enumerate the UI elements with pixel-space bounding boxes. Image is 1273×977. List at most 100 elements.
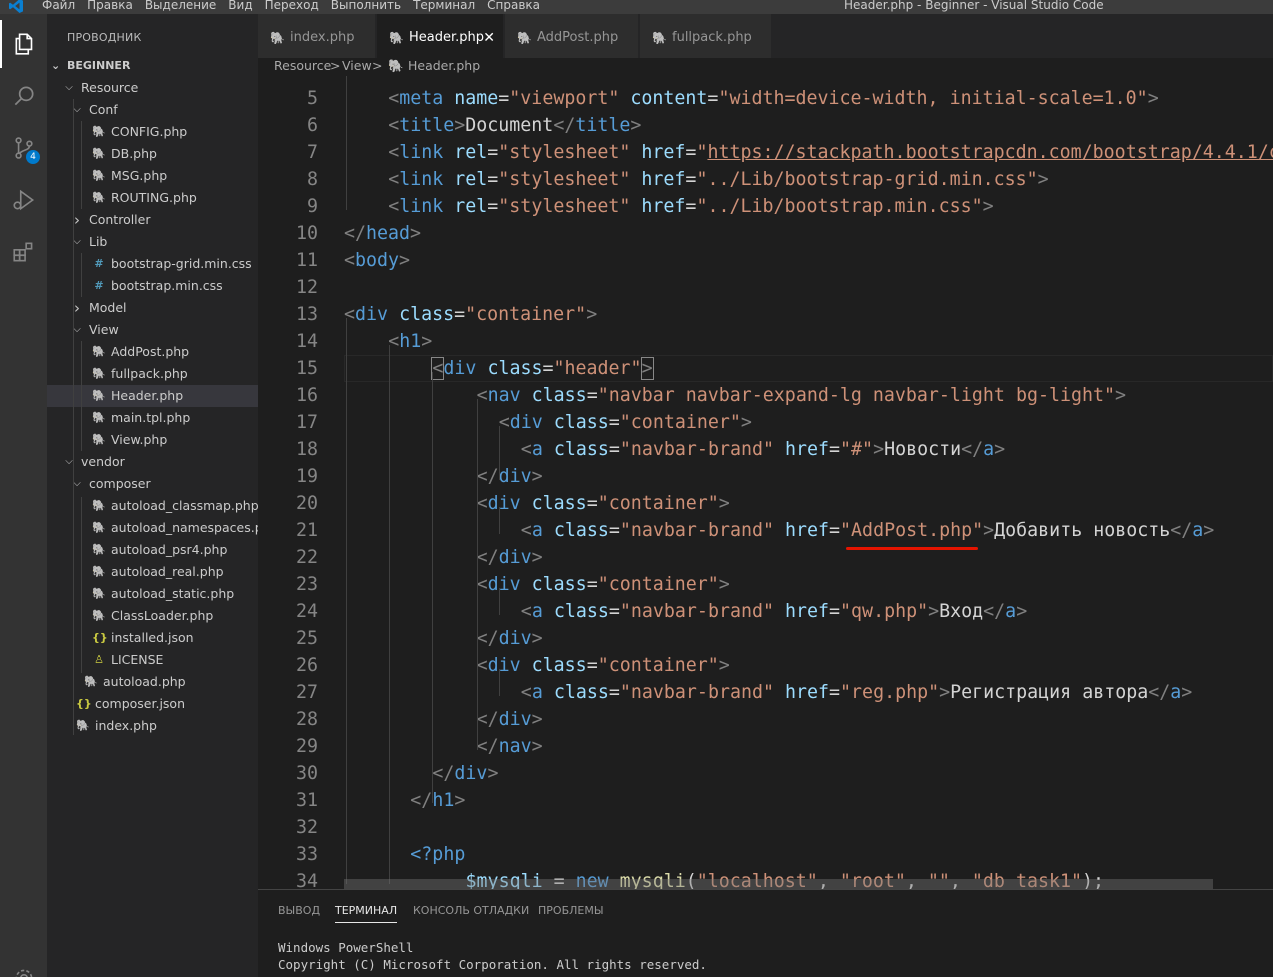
chevron-right-icon: > [330,58,341,73]
tree-item-composer-json[interactable]: {} composer.json [47,693,258,715]
code-token: > [586,304,598,325]
breadcrumb-view[interactable]: View [342,58,372,74]
tree-item-bootstrap-grid-min-css[interactable]: # bootstrap-grid.min.css [47,253,258,275]
code-line-15: <div class="header"> [431,355,654,382]
code-token: "width=device-width, initial-scale=1.0" [718,88,1148,109]
panel-tab-terminal[interactable]: ТЕРМИНАЛ [335,904,398,923]
tree-item-db-php[interactable]: 🐘 DB.php [47,143,258,165]
code-token: > [740,412,752,433]
tree-item-header-php[interactable]: 🐘 Header.php [47,385,258,407]
tab-fullpack-php[interactable]: 🐘 fullpack.php [640,14,772,58]
tree-item-resource[interactable]: ⌵ Resource [47,77,258,99]
code-token: h1 [399,331,422,352]
tree-item-composer[interactable]: ⌵ composer [47,473,258,495]
tree-item-label: AddPost.php [111,344,190,359]
line-number: 15 [295,358,318,379]
workspace-section-header[interactable]: ⌄ BEGINNER [47,56,258,76]
code-token: </ [432,763,455,784]
menu-terminal[interactable]: Терминал [413,0,475,12]
line-number: 6 [306,115,318,136]
tree-item-label: composer [89,476,151,491]
manage-button[interactable] [0,954,47,977]
tree-item-model[interactable]: › Model [47,297,258,319]
tree-item-addpost-php[interactable]: 🐘 AddPost.php [47,341,258,363]
php-file-icon: 🐘 [92,125,106,138]
tree-item-classloader-php[interactable]: 🐘 ClassLoader.php [47,605,258,627]
menu-run[interactable]: Выполнить [331,0,401,12]
menu-go[interactable]: Переход [265,0,319,12]
tree-item-view-php[interactable]: 🐘 View.php [47,429,258,451]
code-token: class [531,574,587,595]
code-token: = [498,88,510,109]
tab-addpost-php[interactable]: 🐘 AddPost.php [505,14,639,58]
tab-header-php[interactable]: 🐘 Header.php ✕ [377,14,504,58]
menu-selection[interactable]: Выделение [145,0,216,12]
tree-item-autoload-static-php[interactable]: 🐘 autoload_static.php [47,583,258,605]
run-debug-button[interactable] [0,176,47,224]
menu-edit[interactable]: Правка [87,0,133,12]
breadcrumb-file[interactable]: Header.php [408,58,480,74]
code-token: > [983,520,995,541]
code-token: </ [476,709,499,730]
tree-item-license[interactable]: ♙ LICENSE [47,649,258,671]
php-file-icon: 🐘 [84,675,98,688]
code-editor[interactable]: 5 <meta name="viewport" content="width=de… [258,76,1273,889]
menu-bar: Файл Правка Выделение Вид Переход Выполн… [42,0,552,12]
code-token: = [608,601,620,622]
code-token: Добавить новость [994,520,1171,541]
tree-item-main-tpl-php[interactable]: 🐘 main.tpl.php [47,407,258,429]
tree-item-conf[interactable]: ⌵ Conf [47,99,258,121]
line-number: 28 [295,709,318,730]
menu-file[interactable]: Файл [42,0,75,12]
code-token: class [553,682,609,703]
tree-item-autoload-namespaces-php[interactable]: 🐘 autoload_namespaces.php [47,517,278,539]
search-button[interactable] [0,72,47,120]
tree-indent-guide [73,99,74,735]
tree-item-autoload-classmap-php[interactable]: 🐘 autoload_classmap.php [47,495,259,517]
json-file-icon: {} [76,697,92,710]
tree-item-fullpack-php[interactable]: 🐘 fullpack.php [47,363,258,385]
tree-item-bootstrap-min-css[interactable]: # bootstrap.min.css [47,275,258,297]
tree-item-routing-php[interactable]: 🐘 ROUTING.php [47,187,258,209]
source-control-button[interactable]: 4 [0,124,47,172]
panel-tab-output[interactable]: ВЫВОД [278,904,320,917]
tree-item-msg-php[interactable]: 🐘 MSG.php [47,165,258,187]
code-token: title [575,115,631,136]
run-debug-icon [12,189,34,211]
tree-item-autoload-real-php[interactable]: 🐘 autoload_real.php [47,561,258,583]
tree-item-autoload-php[interactable]: 🐘 autoload.php [47,671,258,693]
tree-item-view[interactable]: ⌵ View [47,319,258,341]
explorer-button[interactable] [0,20,47,68]
breadcrumb-resource[interactable]: Resource [274,58,331,74]
code-token: div [443,358,477,379]
extensions-button[interactable] [0,228,47,276]
code-token: rel [454,169,488,190]
code-token: "AddPost.php" [840,520,984,541]
code-token: > [1016,601,1028,622]
tree-item-vendor[interactable]: ⌵ vendor [47,451,258,473]
close-icon[interactable]: ✕ [483,14,495,62]
horizontal-scrollbar[interactable] [344,879,1213,889]
tree-item-config-php[interactable]: 🐘 CONFIG.php [47,121,258,143]
tab-index-php[interactable]: 🐘 index.php [258,14,376,58]
code-token: "container" [597,493,719,514]
tree-item-index-php[interactable]: 🐘 index.php [47,715,258,737]
menu-view[interactable]: Вид [228,0,252,12]
tree-item-installed-json[interactable]: {} installed.json [47,627,258,649]
tree-item-controller[interactable]: › Controller [47,209,258,231]
menu-help[interactable]: Справка [487,0,540,12]
code-token: nav [487,385,521,406]
code-token: > [718,655,730,676]
panel-tab-debug-console[interactable]: КОНСОЛЬ ОТЛАДКИ [413,904,529,917]
line-number: 17 [295,412,318,433]
code-token: > [410,223,422,244]
panel-tab-problems[interactable]: ПРОБЛЕМЫ [538,904,604,917]
code-token: href [641,196,686,217]
tree-item-lib[interactable]: ⌵ Lib [47,231,258,253]
line-number: 24 [295,601,318,622]
tree-item-autoload-psr4-php[interactable]: 🐘 autoload_psr4.php [47,539,258,561]
line-number: 33 [295,844,318,865]
